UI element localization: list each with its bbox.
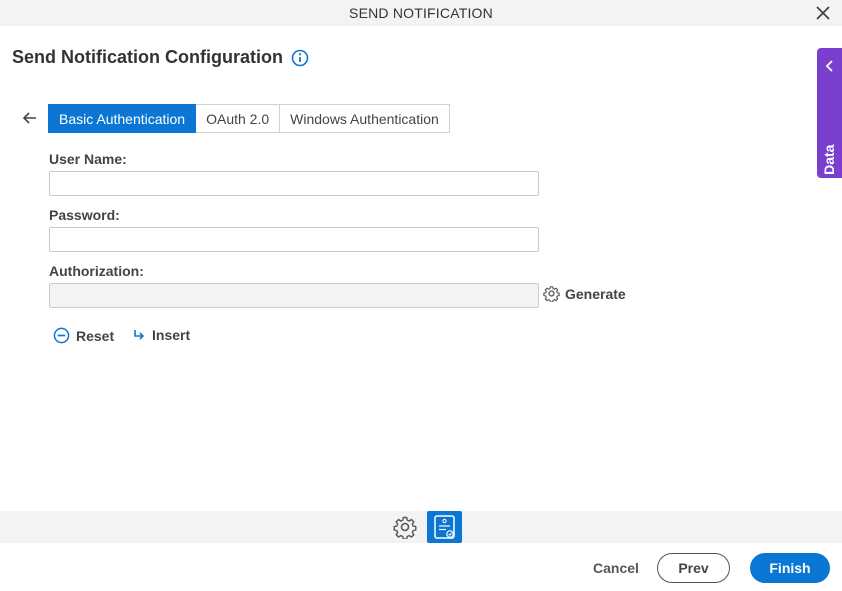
tab-oauth[interactable]: OAuth 2.0	[196, 104, 281, 133]
chevron-left-icon	[825, 60, 833, 72]
username-input[interactable]	[49, 171, 539, 196]
gear-icon[interactable]	[393, 515, 417, 539]
cancel-button[interactable]: Cancel	[593, 560, 639, 576]
app-data-panel-toggle[interactable]: App Data	[817, 48, 842, 206]
reset-button[interactable]: Reset	[53, 327, 114, 344]
info-icon[interactable]	[291, 49, 309, 67]
window-title: SEND NOTIFICATION	[349, 5, 493, 21]
configuration-icon	[434, 515, 455, 539]
finish-button[interactable]: Finish	[750, 553, 830, 583]
password-input[interactable]	[49, 227, 539, 252]
username-label: User Name:	[49, 151, 127, 167]
page-header: Send Notification Configuration	[12, 47, 309, 68]
tab-basic-authentication[interactable]: Basic Authentication	[48, 104, 197, 133]
configuration-tool-button[interactable]	[427, 511, 462, 543]
close-icon[interactable]	[814, 4, 832, 22]
title-bar: SEND NOTIFICATION	[0, 0, 842, 26]
back-arrow-icon[interactable]	[21, 109, 39, 127]
prev-button[interactable]: Prev	[657, 553, 730, 583]
auth-tabs: Basic Authentication OAuth 2.0 Windows A…	[48, 104, 450, 133]
reset-icon	[53, 327, 70, 344]
authorization-input[interactable]	[49, 283, 539, 308]
app-data-label: App Data	[821, 144, 837, 206]
insert-icon	[134, 330, 145, 340]
insert-button[interactable]: Insert	[132, 327, 190, 343]
page-title: Send Notification Configuration	[12, 47, 283, 67]
generate-label: Generate	[565, 285, 626, 302]
generate-button[interactable]: Generate	[543, 285, 626, 302]
reset-label: Reset	[76, 327, 115, 344]
gear-icon	[543, 286, 560, 302]
tab-windows-authentication[interactable]: Windows Authentication	[280, 104, 450, 133]
insert-label: Insert	[152, 327, 191, 343]
password-label: Password:	[49, 207, 120, 223]
authorization-label: Authorization:	[49, 263, 144, 279]
toolbar-strip	[0, 511, 842, 543]
